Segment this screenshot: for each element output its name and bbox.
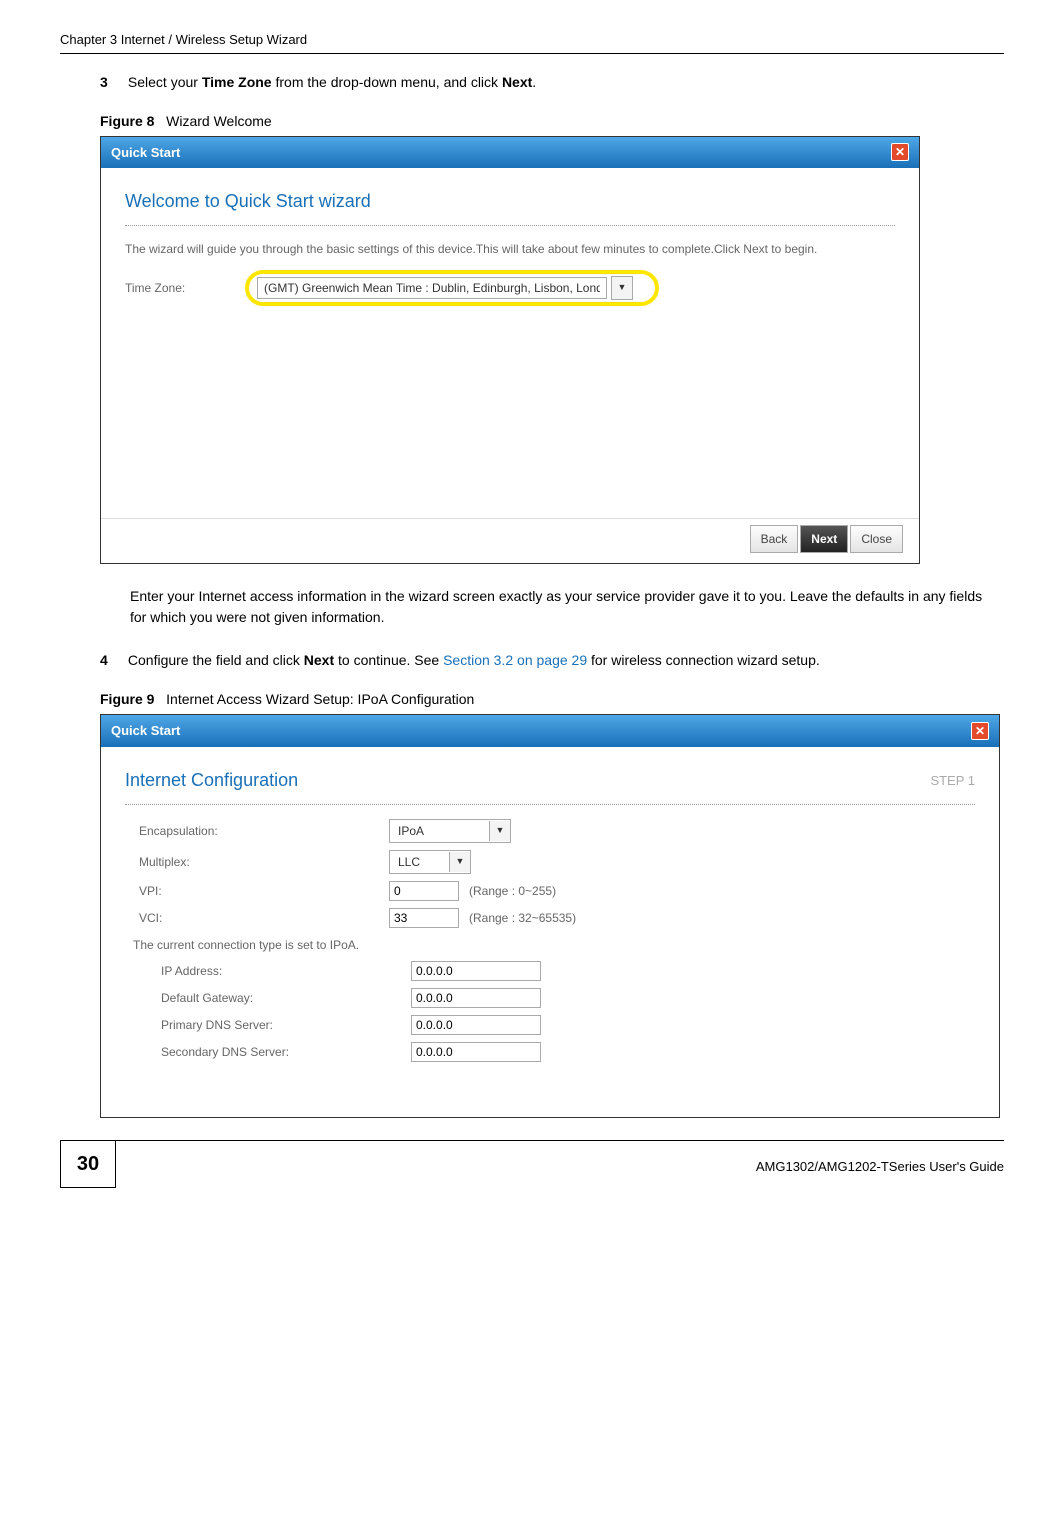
wizard1-titlebar: Quick Start ✕ xyxy=(101,137,919,169)
timezone-highlight: ▼ xyxy=(245,270,659,306)
divider xyxy=(125,804,975,805)
wizard2-titlebar: Quick Start ✕ xyxy=(101,715,999,747)
text: Select your xyxy=(128,74,202,90)
close-icon[interactable]: ✕ xyxy=(891,143,909,161)
text: from the drop-down menu, and click xyxy=(272,74,502,90)
step-4: 4 Configure the field and click Next to … xyxy=(100,650,1004,671)
link-section-3-2[interactable]: Section 3.2 on page 29 xyxy=(443,652,587,668)
text: to continue. See xyxy=(334,652,443,668)
vpi-hint: (Range : 0~255) xyxy=(469,882,556,900)
step-3: 3 Select your Time Zone from the drop-do… xyxy=(100,72,1004,93)
default-gateway-label: Default Gateway: xyxy=(125,989,411,1007)
figure-8-screenshot: Quick Start ✕ Welcome to Quick Start wiz… xyxy=(100,136,920,565)
back-button[interactable]: Back xyxy=(750,525,799,553)
ip-address-label: IP Address: xyxy=(125,962,411,980)
page-footer: 30 AMG1302/AMG1202-TSeries User's Guide xyxy=(60,1140,1004,1188)
chevron-down-icon[interactable]: ▼ xyxy=(489,821,510,841)
current-connection-note: The current connection type is set to IP… xyxy=(133,936,975,954)
text: . xyxy=(532,74,536,90)
next-button[interactable]: Next xyxy=(800,525,848,553)
bold-next: Next xyxy=(502,74,532,90)
text: for wireless connection wizard setup. xyxy=(587,652,820,668)
step-3-number: 3 xyxy=(100,72,124,93)
multiplex-label: Multiplex: xyxy=(125,853,389,871)
footer-guide-title: AMG1302/AMG1202-TSeries User's Guide xyxy=(756,1151,1004,1177)
text: Configure the field and click xyxy=(128,652,304,668)
figure-label: Figure 8 xyxy=(100,113,154,129)
bold-next: Next xyxy=(304,652,334,668)
wizard1-button-row: Back Next Close xyxy=(101,518,919,563)
vci-label: VCI: xyxy=(125,909,389,927)
close-icon[interactable]: ✕ xyxy=(971,722,989,740)
multiplex-select[interactable]: LLC ▼ xyxy=(389,850,471,874)
encapsulation-label: Encapsulation: xyxy=(125,822,389,840)
secondary-dns-input[interactable] xyxy=(411,1042,541,1062)
step-indicator: STEP 1 xyxy=(930,771,975,791)
primary-dns-label: Primary DNS Server: xyxy=(125,1016,411,1034)
ip-address-input[interactable] xyxy=(411,961,541,981)
step-4-text: Configure the field and click Next to co… xyxy=(128,650,998,671)
wizard2-heading: Internet Configuration xyxy=(125,767,975,794)
encapsulation-value: IPoA xyxy=(390,822,485,840)
chevron-down-icon[interactable]: ▼ xyxy=(611,276,633,300)
primary-dns-input[interactable] xyxy=(411,1015,541,1035)
wizard1-description: The wizard will guide you through the ba… xyxy=(125,240,895,258)
timezone-select[interactable] xyxy=(257,277,607,299)
encapsulation-select[interactable]: IPoA ▼ xyxy=(389,819,511,843)
step-3-text: Select your Time Zone from the drop-down… xyxy=(128,72,998,93)
secondary-dns-label: Secondary DNS Server: xyxy=(125,1043,411,1061)
wizard2-bar-title: Quick Start xyxy=(111,721,180,741)
divider xyxy=(125,225,895,226)
figure-9-screenshot: Quick Start ✕ STEP 1 Internet Configurat… xyxy=(100,714,1000,1118)
chevron-down-icon[interactable]: ▼ xyxy=(449,852,470,872)
figure-title: Wizard Welcome xyxy=(166,113,272,129)
multiplex-value: LLC xyxy=(390,853,445,871)
wizard1-heading: Welcome to Quick Start wizard xyxy=(125,188,895,215)
step-4-number: 4 xyxy=(100,650,124,671)
timezone-label: Time Zone: xyxy=(125,279,245,297)
bold-timezone: Time Zone xyxy=(202,74,272,90)
vpi-label: VPI: xyxy=(125,882,389,900)
vci-hint: (Range : 32~65535) xyxy=(469,909,576,927)
figure-9-caption: Figure 9 Internet Access Wizard Setup: I… xyxy=(100,689,1004,710)
close-button[interactable]: Close xyxy=(850,525,903,553)
wizard1-bar-title: Quick Start xyxy=(111,143,180,163)
page-number: 30 xyxy=(60,1141,116,1188)
figure-title: Internet Access Wizard Setup: IPoA Confi… xyxy=(166,691,474,707)
paragraph-after-fig8: Enter your Internet access information i… xyxy=(130,586,1000,628)
figure-8-caption: Figure 8 Wizard Welcome xyxy=(100,111,1004,132)
vpi-input[interactable] xyxy=(389,881,459,901)
page-header: Chapter 3 Internet / Wireless Setup Wiza… xyxy=(60,30,1004,54)
vci-input[interactable] xyxy=(389,908,459,928)
default-gateway-input[interactable] xyxy=(411,988,541,1008)
figure-label: Figure 9 xyxy=(100,691,154,707)
